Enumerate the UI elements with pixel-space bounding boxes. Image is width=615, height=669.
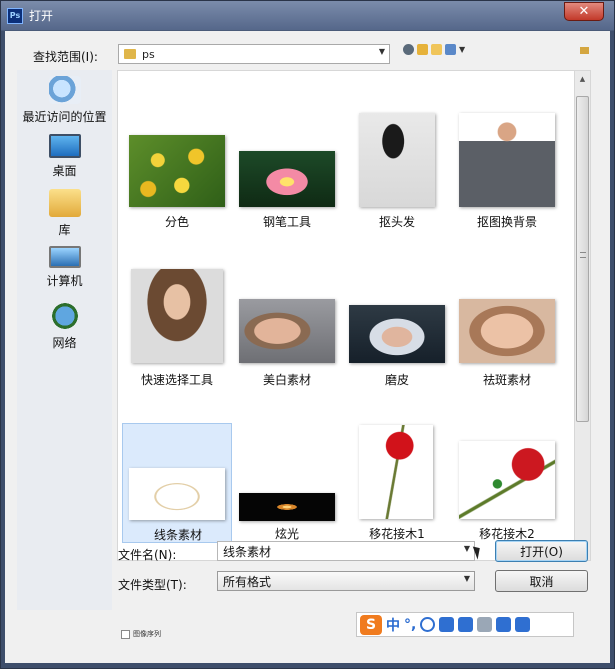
folder-icon — [124, 49, 136, 59]
open-button[interactable]: 打开(O) — [495, 540, 588, 562]
file-thumbnail — [359, 113, 435, 207]
skin-icon[interactable] — [496, 617, 512, 632]
place-network[interactable]: 网络 — [17, 302, 112, 351]
file-tile[interactable]: 移花接木1 — [342, 423, 452, 543]
vertical-scrollbar[interactable]: ▲ ▼ — [574, 70, 591, 561]
file-name-label: 祛斑素材 — [482, 373, 531, 387]
file-tile[interactable]: 抠图换背景 — [452, 113, 562, 233]
open-dialog-window: Ps 打开 ✕ 查找范围(I): ps ▼ ▼ 最近访问的位置 桌面 库 计算机… — [0, 0, 615, 669]
image-sequence-label: 图像序列 — [133, 630, 161, 638]
file-tile[interactable]: 祛斑素材 — [452, 269, 562, 389]
file-name-label: 磨皮 — [384, 373, 409, 387]
image-sequence-checkbox[interactable]: 图像序列 — [121, 629, 161, 639]
emoji-icon[interactable] — [420, 617, 436, 632]
back-icon[interactable] — [403, 44, 414, 55]
up-folder-icon[interactable] — [417, 44, 428, 55]
filename-value: 线条素材 — [223, 544, 272, 559]
place-library[interactable]: 库 — [17, 189, 112, 238]
chevron-down-icon[interactable]: ▼ — [464, 544, 470, 553]
sogou-logo-icon[interactable]: S — [360, 614, 382, 635]
window-title: 打开 — [29, 9, 54, 23]
checkbox-box[interactable] — [121, 629, 130, 639]
filetype-label: 文件类型(T): — [118, 578, 187, 592]
filename-label: 文件名(N): — [118, 548, 177, 562]
place-label: 最近访问的位置 — [22, 110, 107, 124]
view-menu-icon[interactable] — [445, 44, 456, 55]
filetype-dropdown[interactable]: 所有格式 ▼ — [217, 571, 475, 591]
file-thumbnail — [349, 305, 445, 363]
place-label: 网络 — [52, 336, 77, 350]
file-name-label: 抠头发 — [378, 215, 415, 229]
look-in-label: 查找范围(I): — [33, 50, 98, 64]
file-thumbnail — [129, 135, 225, 207]
places-bar: 最近访问的位置 桌面 库 计算机 网络 — [17, 70, 112, 610]
file-name-label: 快速选择工具 — [140, 373, 213, 387]
user-icon[interactable] — [477, 617, 493, 632]
toolbox-icon[interactable] — [515, 617, 531, 632]
recent-places-icon — [48, 76, 81, 104]
file-thumbnail — [459, 113, 555, 207]
microphone-icon[interactable] — [439, 617, 455, 632]
file-name-label: 钢笔工具 — [262, 215, 311, 229]
view-menu-caret-icon[interactable]: ▼ — [459, 45, 465, 54]
file-tile-selected[interactable]: 线条素材 — [122, 423, 232, 543]
file-tile[interactable]: 抠头发 — [342, 113, 452, 233]
filename-input[interactable]: 线条素材 ▼ — [217, 541, 475, 561]
new-folder-icon[interactable] — [431, 44, 442, 55]
computer-icon — [48, 246, 81, 268]
file-name-label: 美白素材 — [262, 373, 311, 387]
file-list-view: 分色 钢笔工具 抠头发 抠图换背景 快速选择工具 美白素材 磨皮 祛斑素材 线条… — [117, 70, 575, 561]
file-thumbnail — [239, 493, 335, 521]
place-label: 桌面 — [52, 164, 77, 178]
dialog-body: 查找范围(I): ps ▼ ▼ 最近访问的位置 桌面 库 计算机 网络 分色 钢… — [5, 31, 610, 663]
file-thumbnail — [239, 151, 335, 207]
nav-toolbar: ▼ — [403, 44, 465, 55]
cancel-button[interactable]: 取消 — [495, 570, 588, 592]
ime-punctuation[interactable]: °, — [404, 617, 416, 633]
file-thumbnail — [459, 441, 555, 519]
file-tile[interactable]: 移花接木2 — [452, 423, 562, 543]
file-name-label: 抠图换背景 — [476, 215, 537, 229]
title-bar[interactable]: Ps 打开 ✕ — [1, 1, 614, 30]
place-label: 库 — [58, 223, 71, 237]
close-button[interactable]: ✕ — [564, 2, 604, 21]
chevron-down-icon: ▼ — [378, 47, 385, 56]
ime-mode-chinese[interactable]: 中 — [386, 615, 400, 635]
look-in-dropdown[interactable]: ps ▼ — [118, 44, 390, 64]
photoshop-app-icon: Ps — [7, 7, 23, 24]
file-thumbnail — [459, 299, 555, 363]
file-name-label: 分色 — [164, 215, 189, 229]
current-folder-name: ps — [142, 47, 155, 61]
file-tile[interactable]: 美白素材 — [232, 269, 342, 389]
file-tile[interactable]: 磨皮 — [342, 269, 452, 389]
grip-icon — [580, 252, 586, 258]
network-icon — [48, 302, 81, 330]
library-icon — [48, 189, 81, 217]
place-label: 计算机 — [46, 274, 83, 288]
file-name-label: 移花接木1 — [369, 527, 425, 541]
place-desktop[interactable]: 桌面 — [17, 134, 112, 179]
place-computer[interactable]: 计算机 — [17, 246, 112, 289]
ime-toolbar: S 中 °, — [356, 612, 574, 637]
file-tile[interactable]: 炫光 — [232, 423, 342, 543]
file-thumbnail — [239, 299, 335, 363]
chevron-down-icon: ▼ — [463, 574, 470, 583]
file-tile[interactable]: 钢笔工具 — [232, 113, 342, 233]
file-tile[interactable]: 快速选择工具 — [122, 269, 232, 389]
place-recent[interactable]: 最近访问的位置 — [17, 76, 112, 125]
keyboard-icon[interactable] — [458, 617, 474, 632]
file-thumbnail — [359, 425, 433, 519]
desktop-icon — [48, 134, 81, 158]
scroll-up-icon[interactable]: ▲ — [575, 71, 590, 87]
folder-options-icon[interactable] — [580, 47, 589, 54]
file-tile[interactable]: 分色 — [122, 113, 232, 233]
scrollbar-thumb[interactable] — [576, 96, 589, 422]
file-thumbnail — [129, 468, 225, 520]
file-thumbnail — [131, 269, 223, 363]
filetype-value: 所有格式 — [223, 574, 272, 589]
file-name-label: 炫光 — [274, 527, 299, 541]
